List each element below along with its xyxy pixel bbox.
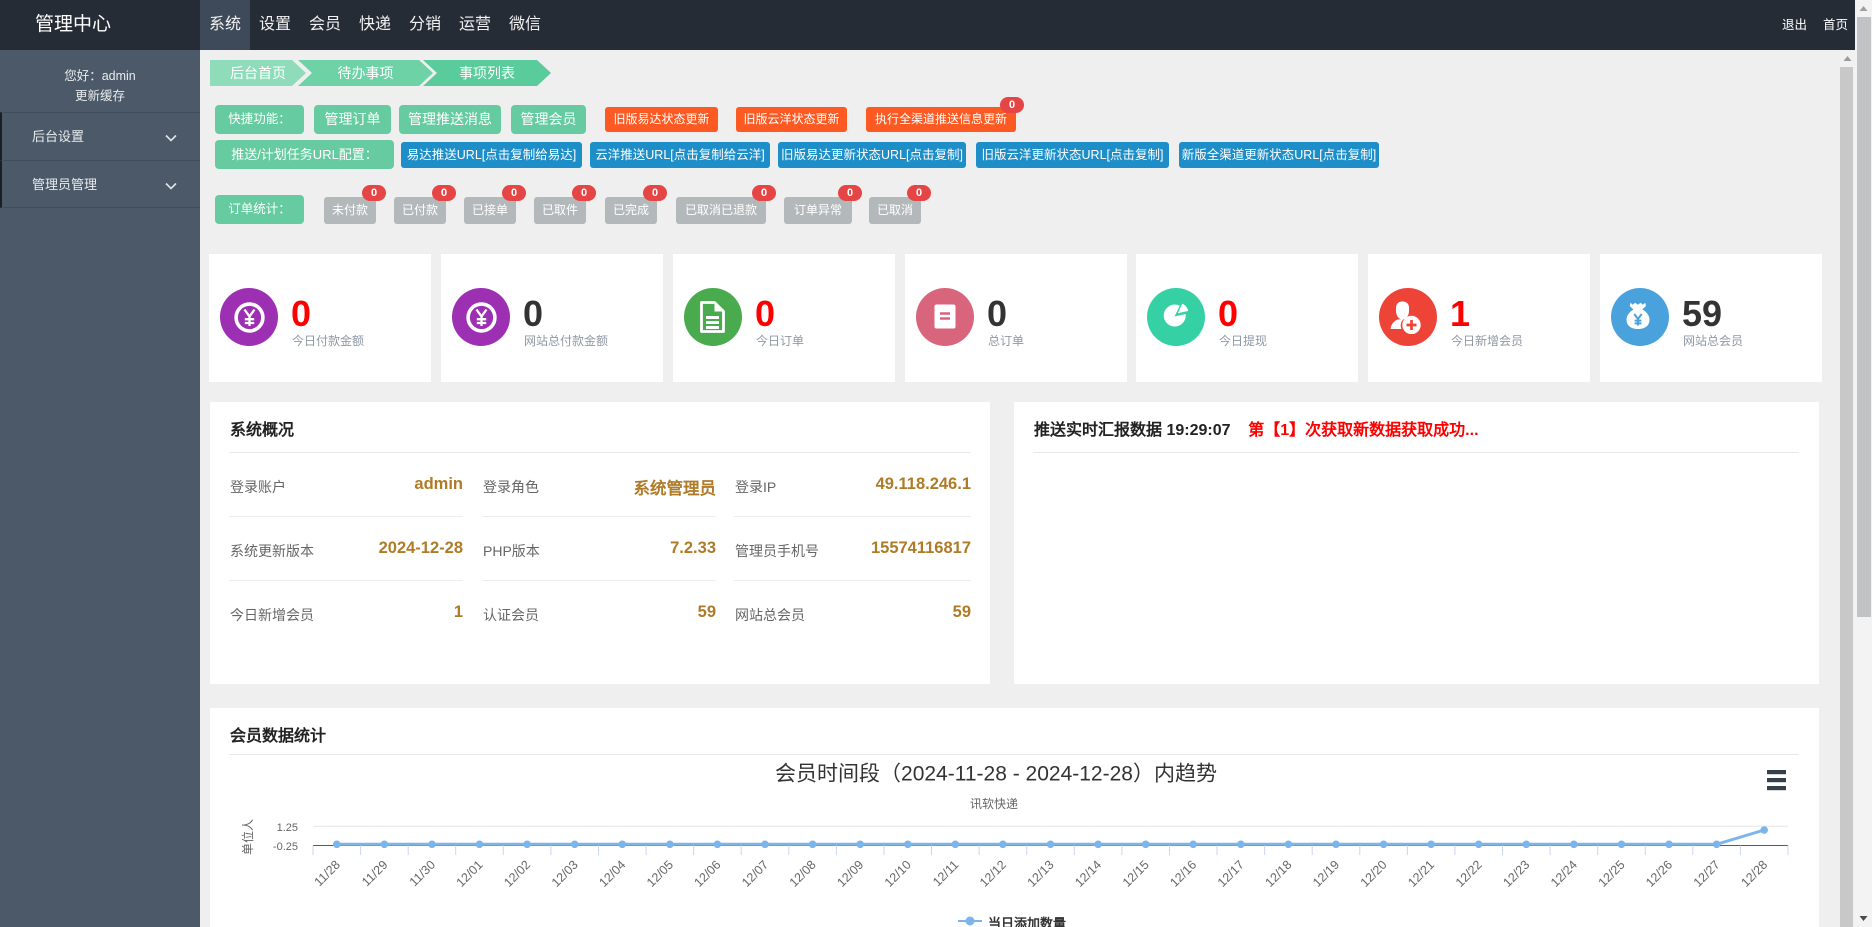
svg-text:12/11: 12/11 [930, 858, 961, 889]
svg-text:12/28: 12/28 [1738, 858, 1770, 890]
svg-text:12/25: 12/25 [1596, 858, 1628, 890]
svg-text:12/14: 12/14 [1072, 858, 1104, 890]
svg-text:11/29: 11/29 [359, 858, 390, 889]
svg-text:12/19: 12/19 [1310, 858, 1342, 890]
svg-text:11/30: 11/30 [407, 858, 438, 889]
svg-text:12/20: 12/20 [1358, 858, 1390, 890]
svg-text:12/08: 12/08 [787, 858, 819, 890]
svg-text:12/18: 12/18 [1263, 858, 1295, 890]
svg-text:会员时间段（2024-11-28 - 2024-12-28）: 会员时间段（2024-11-28 - 2024-12-28）内趋势 [775, 763, 1217, 786]
svg-text:12/10: 12/10 [882, 858, 914, 890]
svg-text:12/05: 12/05 [644, 858, 676, 890]
svg-text:12/16: 12/16 [1167, 858, 1199, 890]
svg-text:12/03: 12/03 [549, 858, 581, 890]
svg-text:12/09: 12/09 [834, 858, 866, 890]
svg-text:12/21: 12/21 [1405, 858, 1437, 890]
svg-text:12/27: 12/27 [1691, 858, 1723, 890]
svg-text:12/26: 12/26 [1643, 858, 1675, 890]
svg-text:12/15: 12/15 [1120, 858, 1152, 890]
svg-text:单位人: 单位人 [240, 819, 255, 855]
svg-text:-0.25: -0.25 [273, 841, 298, 853]
svg-text:12/02: 12/02 [501, 858, 533, 890]
svg-text:11/28: 11/28 [312, 858, 343, 889]
svg-text:12/12: 12/12 [977, 858, 1009, 890]
svg-text:12/13: 12/13 [1025, 858, 1057, 890]
svg-text:1.25: 1.25 [277, 822, 298, 834]
svg-text:12/23: 12/23 [1500, 858, 1532, 890]
svg-text:12/04: 12/04 [596, 858, 628, 890]
svg-text:12/01: 12/01 [454, 858, 486, 890]
svg-text:12/24: 12/24 [1548, 858, 1580, 890]
svg-text:讯软快递: 讯软快递 [970, 797, 1018, 811]
svg-text:12/06: 12/06 [692, 858, 724, 890]
svg-text:12/17: 12/17 [1215, 858, 1247, 890]
svg-text:12/07: 12/07 [739, 858, 771, 890]
svg-text:当日添加数量: 当日添加数量 [988, 916, 1066, 927]
svg-text:12/22: 12/22 [1453, 858, 1485, 890]
